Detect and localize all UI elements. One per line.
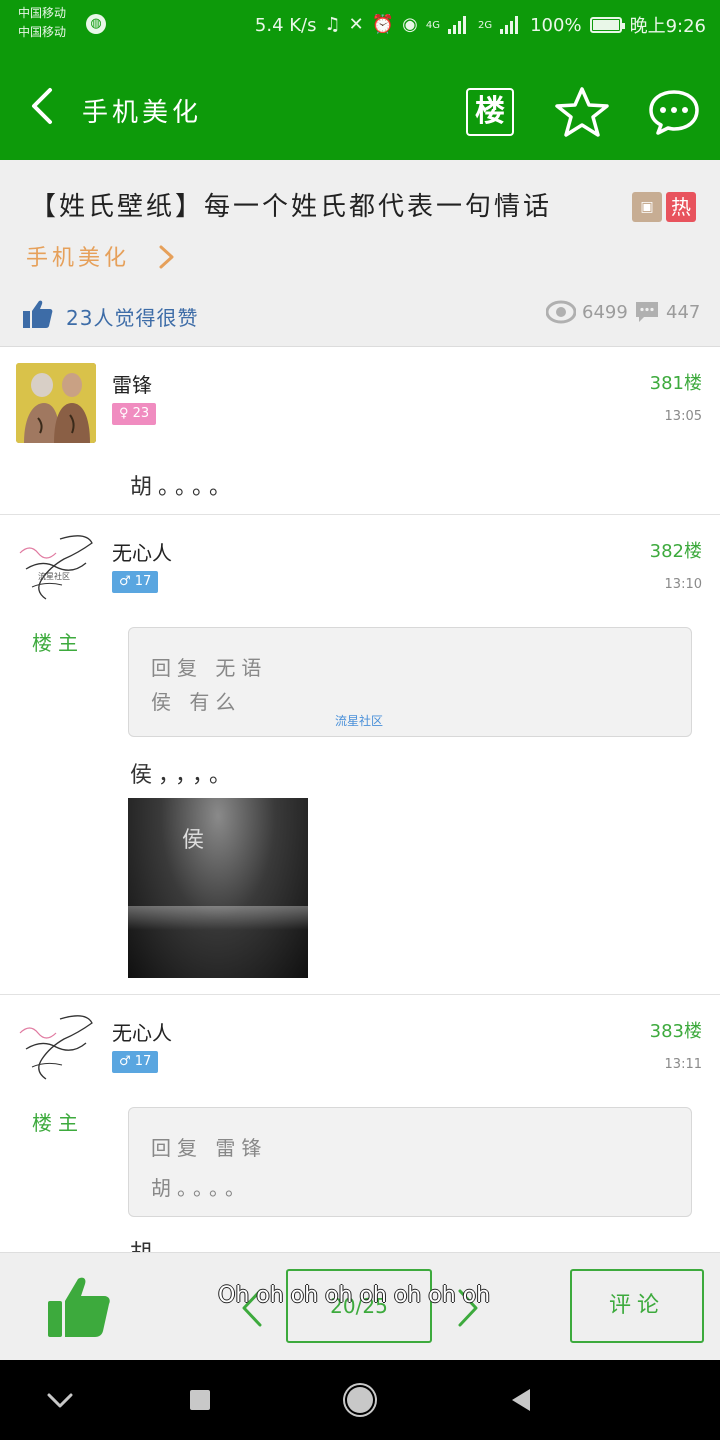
- username[interactable]: 雷锋: [112, 369, 152, 398]
- gender-age-badge: ♂ 17: [112, 571, 159, 593]
- overlay-text: Oh oh oh oh oh oh oh oh: [218, 1283, 491, 1308]
- quoted-reply[interactable]: 回复 雷锋 胡。。。。: [128, 1107, 692, 1217]
- alarm-icon: ⏰: [371, 14, 395, 35]
- floor-number: 383楼: [649, 1021, 702, 1042]
- back-arrow-icon[interactable]: [24, 86, 64, 126]
- views-count: 6499: [582, 301, 628, 323]
- post-time: 13:11: [664, 1057, 702, 1072]
- thumbs-up-icon[interactable]: [46, 1275, 112, 1339]
- recent-apps-icon[interactable]: [190, 1390, 210, 1410]
- avatar[interactable]: [16, 363, 96, 443]
- username[interactable]: 无心人: [112, 537, 172, 566]
- likes-count-text: 23人觉得很赞: [66, 306, 199, 330]
- chat-bubble-icon[interactable]: [648, 88, 700, 136]
- image-caption: 侯: [182, 828, 205, 853]
- network-4g: 4G: [425, 19, 440, 31]
- home-icon[interactable]: [347, 1387, 373, 1413]
- avatar[interactable]: 流星社区: [16, 529, 96, 609]
- eye-view-icon: [546, 300, 576, 324]
- reply-image[interactable]: 侯: [128, 798, 308, 978]
- quote-header: 回复 雷锋: [151, 1136, 268, 1160]
- thread-title: 【姓氏壁纸】每一个姓氏都代表一句情话: [30, 192, 553, 222]
- hot-tag: 热: [666, 192, 696, 222]
- eye-icon: ◉: [402, 14, 418, 35]
- post-time: 13:05: [664, 409, 702, 424]
- mute-icon: ✕: [348, 14, 364, 35]
- floor-number: 381楼: [649, 373, 702, 394]
- headphones-icon: ♫: [324, 14, 341, 35]
- comments-counter: 447: [634, 300, 700, 324]
- quote-source: 流星社区: [335, 714, 384, 728]
- signal-icon-2: [500, 16, 522, 34]
- reply-item: 楼主 无心人 ♂ 17 383楼 13:11 回复 雷锋 胡。。。。 胡: [0, 995, 720, 1266]
- quoted-reply[interactable]: 回复 无语 侯 有么 流星社区: [128, 627, 692, 737]
- quote-body: 胡。。。。: [151, 1176, 251, 1200]
- network-speed: 5.4 K/s: [254, 14, 317, 36]
- image-glow: [128, 906, 308, 930]
- carrier-2: 中国移动: [18, 25, 67, 39]
- username[interactable]: 无心人: [112, 1017, 172, 1046]
- quote-body: 侯 有么: [151, 690, 242, 714]
- reply-text: 侯，，，。: [130, 763, 238, 788]
- comment-button[interactable]: 评论: [570, 1269, 704, 1343]
- nav-down-icon[interactable]: [46, 1386, 74, 1414]
- avatar[interactable]: [16, 1009, 96, 1089]
- bottom-action-bar: 20/25 Oh oh oh oh oh oh oh oh 评论: [0, 1252, 720, 1361]
- quote-header: 回复 无语: [151, 656, 268, 680]
- thread-owner-tag: 楼主: [32, 1111, 84, 1135]
- signal-icon: [447, 16, 470, 34]
- floor-number: 382楼: [649, 541, 702, 562]
- status-bar: 中国移动 中国移动 ◍ 5.4 K/s ♫ ✕ ⏰ ◉ 4G 2G 100% 晚…: [0, 0, 720, 50]
- svg-text:流星社区: 流星社区: [38, 571, 70, 581]
- chevron-right-icon[interactable]: [156, 244, 178, 270]
- views-counter: 6499: [546, 300, 628, 324]
- thread-owner-tag: 楼主: [32, 631, 84, 655]
- post-time: 13:10: [664, 577, 702, 592]
- clock: 晚上9:26: [629, 16, 706, 37]
- status-right: 5.4 K/s ♫ ✕ ⏰ ◉ 4G 2G 100% 晚上9:26: [255, 12, 706, 38]
- comments-count: 447: [666, 301, 701, 323]
- jump-floor-button[interactable]: 楼: [466, 88, 514, 136]
- network-2g: 2G: [477, 19, 493, 31]
- comment-count-icon: [636, 302, 658, 322]
- gender-age-badge: ♀ 23: [112, 403, 157, 425]
- app-toolbar: 手机美化 楼: [0, 50, 720, 160]
- reply-item: 流星社区 楼主 无心人 ♂ 17 382楼 13:10 回复 无语 侯 有么 流…: [0, 515, 720, 995]
- favorite-star-icon[interactable]: [554, 86, 610, 138]
- avatar-image: [16, 363, 96, 443]
- toolbar-title: 手机美化: [82, 98, 203, 128]
- carrier-labels: 中国移动 中国移动: [18, 4, 66, 42]
- battery-icon: [589, 17, 625, 33]
- image-tag-icon: ▣: [632, 192, 662, 222]
- thumbs-up-icon[interactable]: [22, 298, 54, 330]
- globe-icon: ◍: [86, 14, 106, 34]
- thread-header: 【姓氏壁纸】每一个姓氏都代表一句情话 ▣ 热 手机美化 23人觉得很赞 6499…: [0, 160, 720, 347]
- forum-link[interactable]: 手机美化: [26, 240, 130, 272]
- nav-back-icon[interactable]: [508, 1387, 532, 1413]
- system-nav-bar: [0, 1360, 720, 1440]
- reply-text: 胡。。。。: [130, 475, 238, 500]
- battery-percent: 100%: [530, 14, 582, 36]
- reply-item: 雷锋 ♀ 23 381楼 13:05 胡。。。。: [0, 347, 720, 515]
- carrier-1: 中国移动: [18, 6, 67, 20]
- gender-age-badge: ♂ 17: [112, 1051, 159, 1073]
